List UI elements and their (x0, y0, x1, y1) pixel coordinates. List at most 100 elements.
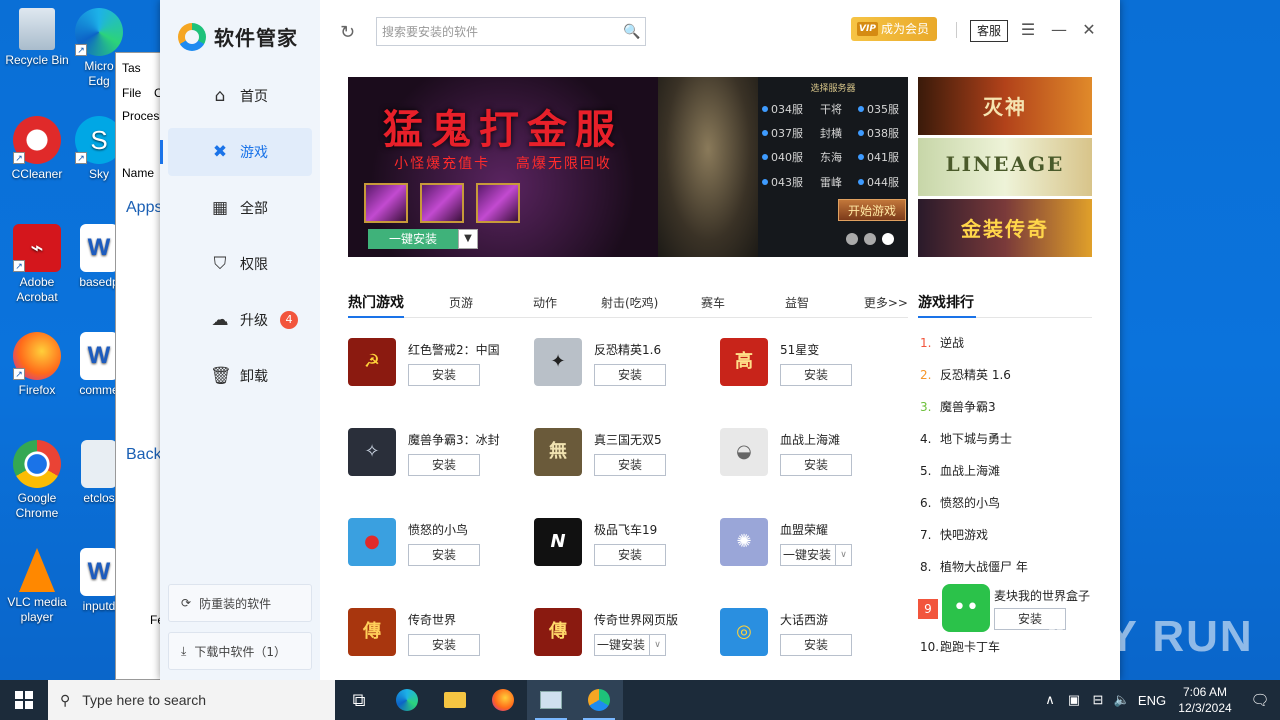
ranking-item[interactable]: 8. 植物大战僵尸 年 (920, 558, 1028, 575)
tab-puzzle[interactable]: 益智 (785, 294, 809, 311)
install-button[interactable]: 安装 (780, 634, 852, 656)
ranking-item[interactable]: 4. 地下城与勇士 (920, 430, 1012, 447)
tab-web-games[interactable]: 页游 (449, 294, 473, 311)
carousel-dot-active[interactable] (882, 233, 894, 245)
game-name[interactable]: 红色警戒2：中国 (408, 341, 500, 358)
game-name[interactable]: 传奇世界网页版 (594, 611, 678, 628)
volume-icon[interactable]: 🔈 (1110, 692, 1134, 708)
taskmgr-col-name[interactable]: Name (122, 166, 154, 180)
clock[interactable]: 7:06 AM 12/3/2024 (1170, 684, 1240, 716)
server-entry[interactable]: 038服 (858, 125, 899, 141)
game-name[interactable]: 51星变 (780, 341, 819, 358)
game-icon[interactable]: 無 (534, 428, 582, 476)
carousel-dot[interactable] (864, 233, 876, 245)
install-button[interactable]: 安装 (408, 544, 480, 566)
install-button[interactable]: 安装 (408, 454, 480, 476)
edge-taskbar-icon[interactable] (383, 680, 431, 720)
nav-item-all[interactable]: ▦ 全部 (168, 184, 312, 232)
banner-thumb-3[interactable]: 金装传奇 (918, 199, 1092, 257)
taskmgr-menu-file[interactable]: File (122, 86, 141, 100)
game-icon[interactable]: 傳 (348, 608, 396, 656)
game-icon[interactable]: ✧ (348, 428, 396, 476)
one-click-install-button[interactable]: 一键安装 ∨ (780, 544, 852, 566)
game-name[interactable]: 传奇世界 (408, 611, 456, 628)
customer-service-button[interactable]: 客服 (970, 20, 1009, 42)
game-name[interactable]: 极品飞车19 (594, 521, 657, 538)
game-icon[interactable]: ● (348, 518, 396, 566)
server-entry[interactable]: 044服 (858, 174, 899, 190)
server-entry[interactable]: 034服 (762, 101, 803, 117)
install-button[interactable]: 安装 (780, 454, 852, 476)
close-icon[interactable]: ✕ (1078, 19, 1100, 41)
ranking-item[interactable]: 5. 血战上海滩 (920, 462, 1000, 479)
featured-game-name[interactable]: 麦块我的世界盒子 (994, 587, 1090, 604)
banner-install-button[interactable]: 一键安装 (368, 229, 458, 249)
start-game-button[interactable]: 开始游戏 (838, 199, 906, 221)
nav-item-games[interactable]: ✖ 游戏 (160, 128, 312, 176)
desktop-icon-firefox[interactable]: ↗ Firefox (1, 332, 73, 398)
desktop-icon-recycle-bin[interactable]: Recycle Bin (1, 8, 73, 68)
game-name[interactable]: 愤怒的小鸟 (408, 521, 468, 538)
banner-thumb-1[interactable]: 灭神 (918, 77, 1092, 135)
language-indicator[interactable]: ENG (1134, 693, 1170, 708)
ranking-item[interactable]: 1. 逆战 (920, 334, 964, 351)
tab-racing[interactable]: 赛车 (701, 294, 725, 311)
game-name[interactable]: 反恐精英1.6 (594, 341, 661, 358)
network-icon[interactable]: ⊟ (1086, 692, 1110, 708)
server-entry[interactable]: 037服 (762, 125, 803, 141)
nav-item-uninstall[interactable]: 🗑 卸载 (168, 352, 312, 400)
nav-item-home[interactable]: ⌂ 首页 (168, 72, 312, 120)
search-input[interactable] (377, 18, 619, 45)
install-button[interactable]: 安装 (594, 454, 666, 476)
taskmgr-tab-processes[interactable]: Process (122, 109, 165, 123)
desktop-icon-google-chrome[interactable]: Google Chrome (1, 440, 73, 521)
server-entry[interactable]: 043服 (762, 174, 803, 190)
chevron-down-icon[interactable]: ∨ (835, 545, 851, 565)
menu-icon[interactable]: ☰ (1017, 19, 1039, 41)
start-button[interactable] (0, 680, 48, 720)
banner-thumb-2[interactable]: LINEAGE (918, 138, 1092, 196)
install-button[interactable]: 安装 (594, 364, 666, 386)
desktop-icon-adobe-acrobat[interactable]: ⌁ ↗ Adobe Acrobat (1, 224, 73, 305)
server-entry[interactable]: 041服 (858, 149, 899, 165)
game-icon[interactable]: ☭ (348, 338, 396, 386)
game-name[interactable]: 魔兽争霸3：冰封 (408, 431, 500, 448)
chevron-down-icon[interactable]: ∨ (649, 635, 665, 655)
tab-shooter[interactable]: 射击(吃鸡) (601, 294, 658, 311)
task-manager-taskbar-icon[interactable] (527, 680, 575, 720)
desktop-icon-vlc[interactable]: VLC media player (1, 548, 73, 625)
ranking-item[interactable]: 7. 快吧游戏 (920, 526, 988, 543)
one-click-install-button[interactable]: 一键安装 ∨ (594, 634, 666, 656)
ranking-item[interactable]: 2. 反恐精英 1.6 (920, 366, 1011, 383)
game-icon[interactable]: ◎ (720, 608, 768, 656)
ranking-item[interactable]: 10.跑跑卡丁车 (920, 638, 1000, 655)
search-icon[interactable]: 🔍 (619, 24, 645, 40)
game-icon[interactable]: N (534, 518, 582, 566)
game-icon[interactable]: ✦ (534, 338, 582, 386)
install-button[interactable]: 安装 (408, 364, 480, 386)
file-explorer-icon[interactable] (431, 680, 479, 720)
game-name[interactable]: 大话西游 (780, 611, 828, 628)
game-banner[interactable]: 猛鬼打金服 小怪爆充值卡 高爆无限回收 选择服务器 034服 干将 035服 0… (348, 77, 908, 257)
ranking-item[interactable]: 3. 魔兽争霸3 (920, 398, 996, 415)
vip-button[interactable]: VIP 成为会员 (851, 17, 938, 41)
notification-icon[interactable]: 🗨 (1240, 691, 1280, 709)
install-button[interactable]: 安装 (594, 544, 666, 566)
task-view-icon[interactable]: ⧉ (335, 680, 383, 720)
server-entry[interactable]: 035服 (858, 101, 899, 117)
nav-item-upgrade[interactable]: ☁ 升级 4 (168, 296, 312, 344)
game-name[interactable]: 血盟荣耀 (780, 521, 828, 538)
software-manager-taskbar-icon[interactable] (575, 680, 623, 720)
device-icon[interactable]: ▣ (1062, 692, 1086, 708)
nav-item-permissions[interactable]: ⛉ 权限 (168, 240, 312, 288)
install-button[interactable]: 安装 (780, 364, 852, 386)
tab-action[interactable]: 动作 (533, 294, 557, 311)
carousel-dot[interactable] (846, 233, 858, 245)
game-icon[interactable]: ✺ (720, 518, 768, 566)
minimize-icon[interactable]: — (1048, 19, 1070, 41)
install-button[interactable]: 安装 (408, 634, 480, 656)
game-icon[interactable]: 傳 (534, 608, 582, 656)
more-link[interactable]: 更多>> (864, 294, 908, 311)
refresh-icon[interactable]: ↻ (340, 22, 355, 43)
tab-hot-games[interactable]: 热门游戏 (348, 292, 404, 318)
